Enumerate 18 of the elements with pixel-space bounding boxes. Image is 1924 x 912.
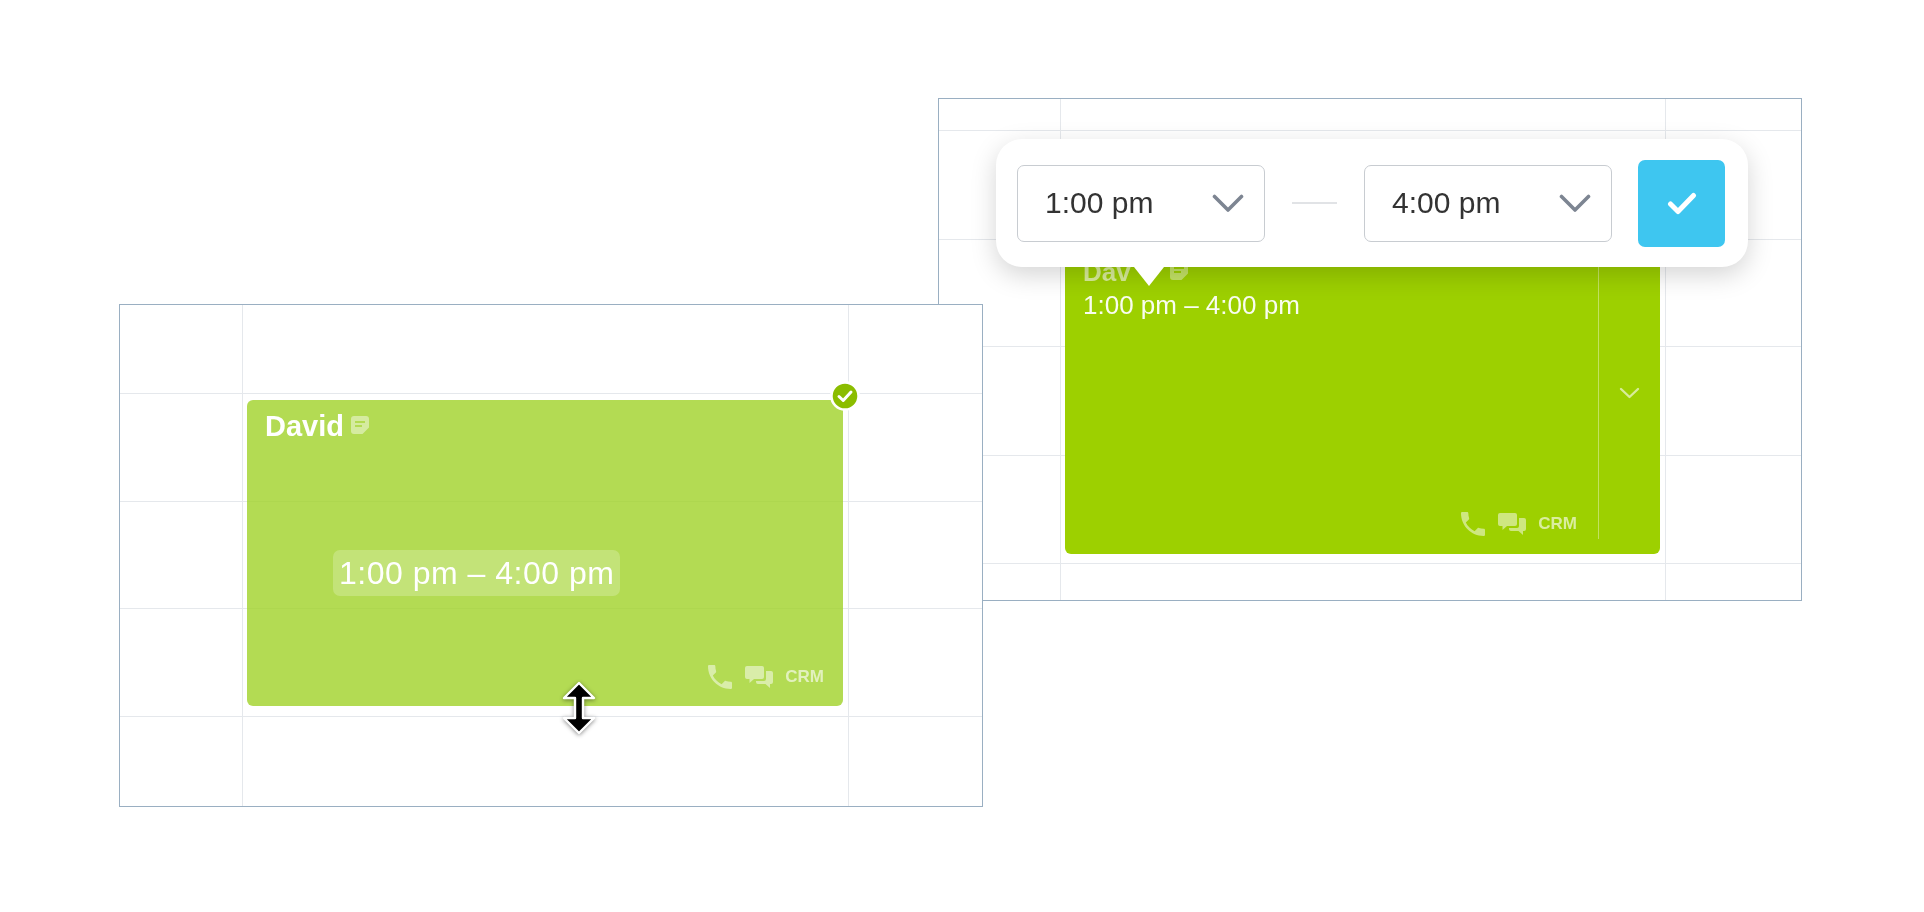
chevron-down-icon xyxy=(1559,193,1591,213)
check-icon xyxy=(1666,191,1697,215)
time-range-tooltip: 1:00 pm – 4:00 pm xyxy=(333,550,621,596)
chat-icon xyxy=(745,665,774,689)
time-dropdown[interactable]: 1:00 pm xyxy=(1017,164,1265,242)
note-icon xyxy=(350,415,370,435)
chevron-down-icon[interactable] xyxy=(1619,386,1640,399)
confirm-button[interactable] xyxy=(1638,159,1725,247)
crm-label: CRM xyxy=(785,667,824,687)
crm-label: CRM xyxy=(1538,514,1577,534)
resize-cursor-icon xyxy=(562,681,596,735)
time-dropdown[interactable]: 4:00 pm xyxy=(1364,164,1612,242)
phone-icon xyxy=(1461,512,1486,536)
phone-icon xyxy=(708,665,733,689)
chat-icon xyxy=(1498,512,1527,536)
chevron-down-icon xyxy=(1212,193,1244,213)
event-time: 1:00 pm – 4:00 pm xyxy=(1083,289,1301,321)
event-title: David xyxy=(265,409,344,444)
